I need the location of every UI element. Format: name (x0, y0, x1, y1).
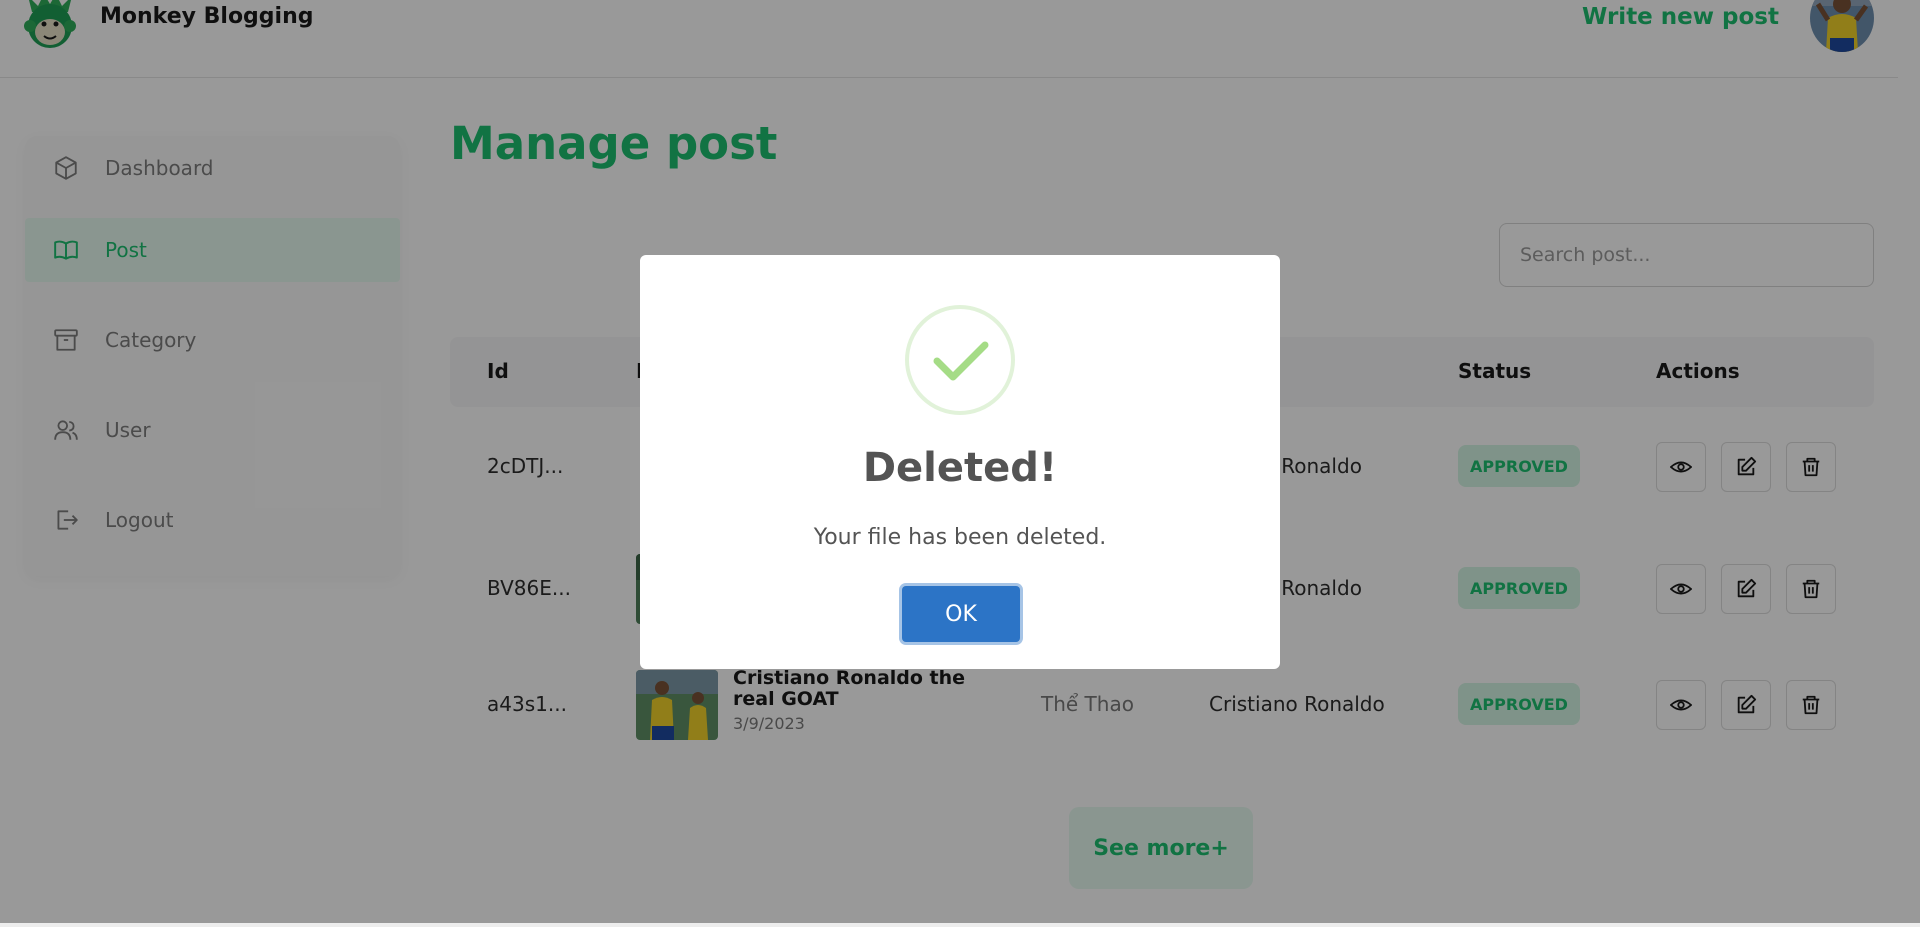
ok-button[interactable]: OK (902, 586, 1020, 642)
success-check-icon (905, 305, 1015, 415)
dialog-title: Deleted! (862, 445, 1058, 491)
success-dialog: Deleted! Your file has been deleted. OK (640, 255, 1280, 669)
dialog-message: Your file has been deleted. (813, 525, 1107, 550)
bottom-strip (0, 923, 1920, 927)
